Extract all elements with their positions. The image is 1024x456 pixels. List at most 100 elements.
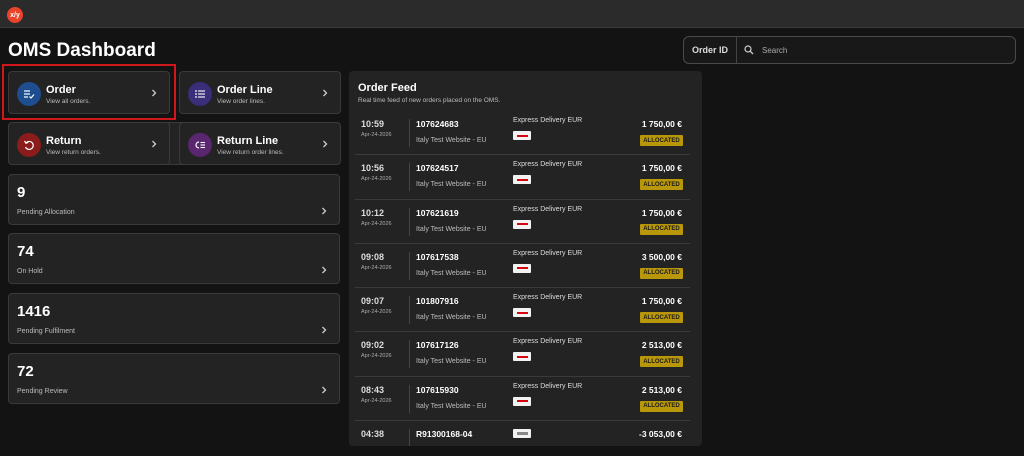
stat-value: 9 bbox=[17, 184, 26, 201]
order-id[interactable]: 107617126 bbox=[416, 340, 459, 350]
order-id[interactable]: 107624517 bbox=[416, 163, 459, 173]
chevron-right-icon bbox=[323, 89, 328, 96]
return-line-card[interactable]: Return Line View return order lines. bbox=[179, 122, 341, 165]
status-badge: ALLOCATED bbox=[640, 223, 683, 235]
return-line-icon-badge bbox=[188, 133, 212, 157]
page-title: OMS Dashboard bbox=[8, 40, 156, 61]
row-divider bbox=[409, 340, 410, 369]
return-icon-badge bbox=[17, 133, 41, 157]
pending-fulfilment-card[interactable]: 1416 Pending Fulfilment bbox=[8, 293, 340, 344]
return-line-card-title: Return Line bbox=[217, 135, 279, 147]
feed-row[interactable]: 04:38 R91300168-04 -3 053,00 € bbox=[355, 421, 690, 446]
order-time: 08:43 bbox=[361, 384, 385, 395]
return-card-subtitle: View return orders. bbox=[46, 149, 101, 156]
feed-row[interactable]: 10:12 Apr-24-2026 107621619 Italy Test Webs… bbox=[355, 200, 690, 244]
stat-label: Pending Fulfilment bbox=[17, 328, 75, 335]
row-divider bbox=[409, 251, 410, 280]
order-feed-subtitle: Real time feed of new orders placed on t… bbox=[358, 97, 501, 104]
order-store: Italy Test Website - EU bbox=[416, 225, 487, 233]
order-card-title: Order bbox=[46, 84, 76, 96]
feed-row[interactable]: 09:02 Apr-24-2026 107617126 Italy Test Webs… bbox=[355, 332, 690, 377]
pending-review-card[interactable]: 72 Pending Review bbox=[8, 353, 340, 404]
row-divider bbox=[409, 384, 410, 413]
shipping-method: Express Delivery EUR bbox=[513, 205, 583, 213]
order-date: Apr-24-2026 bbox=[361, 220, 392, 227]
shipping-method: Express Delivery EUR bbox=[513, 294, 583, 302]
status-badge: ALLOCATED bbox=[640, 267, 683, 279]
order-store: Italy Test Website - EU bbox=[416, 402, 487, 410]
order-id[interactable]: 107624683 bbox=[416, 119, 459, 129]
return-line-icon bbox=[195, 141, 205, 149]
shipping-method: Express Delivery EUR bbox=[513, 338, 583, 346]
chevron-right-icon bbox=[322, 207, 327, 215]
order-amount: 1 750,00 € bbox=[641, 296, 682, 307]
order-feed-panel: Order Feed Real time feed of new orders … bbox=[349, 71, 702, 446]
order-time: 10:12 bbox=[361, 207, 385, 218]
order-amount: 3 500,00 € bbox=[641, 251, 682, 262]
order-id[interactable]: 107621619 bbox=[416, 208, 459, 218]
return-line-card-subtitle: View return order lines. bbox=[217, 149, 284, 156]
row-divider bbox=[409, 296, 410, 325]
search-icon bbox=[744, 45, 754, 55]
feed-row[interactable]: 09:08 Apr-24-2026 107617538 Italy Test Webs… bbox=[355, 244, 690, 289]
status-badge: ALLOCATED bbox=[640, 179, 683, 191]
order-date: Apr-24-2026 bbox=[361, 397, 392, 404]
shipping-method: Express Delivery EUR bbox=[513, 249, 583, 257]
order-date: Apr-24-2026 bbox=[361, 353, 392, 360]
order-store: Italy Test Website - EU bbox=[416, 314, 487, 322]
shipping-method: Express Delivery EUR bbox=[513, 382, 583, 390]
stat-value: 74 bbox=[17, 243, 34, 260]
feed-row[interactable]: 10:56 Apr-24-2026 107624517 Italy Test Webs… bbox=[355, 155, 690, 200]
pending-allocation-card[interactable]: 9 Pending Allocation bbox=[8, 174, 340, 225]
return-card-title: Return bbox=[46, 135, 82, 147]
order-icon-badge bbox=[17, 82, 41, 106]
order-id[interactable]: R91300168-04 bbox=[416, 429, 472, 439]
order-line-card[interactable]: Order Line View order lines. bbox=[179, 71, 341, 114]
order-time: 04:38 bbox=[361, 429, 385, 440]
status-badge: ALLOCATED bbox=[640, 400, 683, 412]
stat-label: Pending Allocation bbox=[17, 209, 75, 216]
row-divider bbox=[409, 163, 410, 192]
order-time: 09:07 bbox=[361, 296, 385, 307]
shipping-method: Express Delivery EUR bbox=[513, 161, 583, 169]
chevron-right-icon bbox=[322, 326, 327, 334]
chevron-right-icon bbox=[322, 266, 327, 274]
order-id[interactable]: 107617538 bbox=[416, 252, 459, 262]
search-input[interactable] bbox=[762, 41, 1002, 59]
order-store: Italy Test Website - EU bbox=[416, 181, 487, 189]
return-card-inner[interactable]: Return View return orders. bbox=[8, 122, 170, 165]
return-icon bbox=[23, 140, 34, 151]
order-list-check-icon bbox=[24, 90, 35, 99]
row-divider bbox=[409, 429, 410, 446]
order-search-bar: Order ID bbox=[683, 36, 1016, 64]
stat-label: On Hold bbox=[17, 268, 43, 275]
stat-label: Pending Review bbox=[17, 388, 68, 395]
feed-row[interactable]: 10:59 Apr-24-2026 107624683 Italy Test Webs… bbox=[355, 111, 690, 156]
order-amount: 1 750,00 € bbox=[641, 119, 682, 129]
on-hold-card[interactable]: 74 On Hold bbox=[8, 233, 340, 284]
order-time: 10:59 bbox=[361, 119, 385, 129]
order-date: Apr-24-2026 bbox=[361, 309, 392, 316]
feed-row[interactable]: 09:07 Apr-24-2026 101807916 Italy Test Webs… bbox=[355, 288, 690, 333]
order-amount: 1 750,00 € bbox=[641, 163, 682, 174]
order-amount: -3 053,00 € bbox=[638, 429, 682, 440]
order-date: Apr-24-2026 bbox=[361, 132, 392, 138]
order-id[interactable]: 101807916 bbox=[416, 296, 459, 306]
order-id[interactable]: 107615930 bbox=[416, 385, 459, 395]
order-amount: 2 513,00 € bbox=[641, 340, 682, 351]
top-bar: x/y bbox=[0, 0, 1024, 28]
order-store: Italy Test Website - EU bbox=[416, 137, 487, 144]
search-field-select[interactable]: Order ID bbox=[692, 37, 738, 63]
order-time: 09:08 bbox=[361, 251, 385, 262]
order-line-icon-badge bbox=[188, 82, 212, 106]
order-store: Italy Test Website - EU bbox=[416, 358, 487, 366]
order-date: Apr-24-2026 bbox=[361, 176, 392, 183]
status-badge: ALLOCATED bbox=[640, 356, 683, 368]
stat-value: 72 bbox=[17, 363, 34, 380]
feed-row[interactable]: 08:43 Apr-24-2026 107615930 Italy Test Webs… bbox=[355, 377, 690, 422]
carrier-logo-icon bbox=[513, 396, 531, 406]
order-time: 10:56 bbox=[361, 163, 385, 174]
order-card[interactable]: Order View all orders. bbox=[8, 71, 170, 114]
app-logo[interactable]: x/y bbox=[7, 7, 23, 23]
row-divider bbox=[409, 119, 410, 147]
